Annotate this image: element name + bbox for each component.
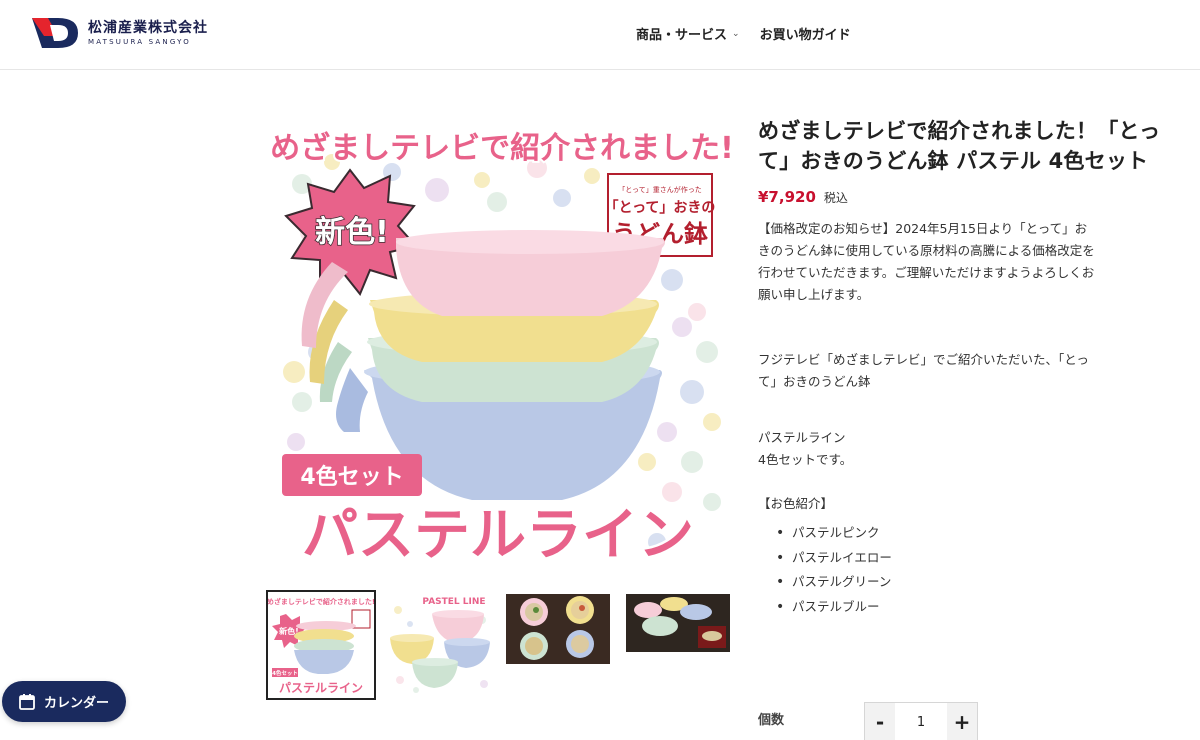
thumb-pastel-line[interactable]: PASTEL LINE	[386, 590, 496, 700]
quantity-plus-button[interactable]: +	[947, 703, 977, 740]
nav-products-services[interactable]: 商品・サービス ⌄	[636, 24, 740, 43]
thumbnail-strip: めざましテレビで紹介されました! 新色! 4色セット パステルライン PASTE…	[266, 590, 746, 700]
thumb-udon-bowls[interactable]	[506, 590, 616, 700]
logo-small-text: 「とって」重さんが作った	[618, 185, 701, 194]
line-name-text: パステルライン	[302, 503, 694, 568]
tax-label: 税込	[823, 191, 848, 205]
quantity-label: 個数	[758, 713, 785, 728]
list-item: パステルブルー	[776, 595, 1190, 620]
thumb-line-name: パステルライン	[279, 681, 363, 695]
thumb-main[interactable]: めざましテレビで紹介されました! 新色! 4色セット パステルライン	[266, 590, 376, 700]
banner-text: めざましテレビで紹介されました!	[272, 131, 732, 166]
nav-shopping-guide[interactable]: お買い物ガイド	[760, 24, 851, 43]
line-name-desc: パステルライン	[758, 430, 846, 445]
product-price: ¥7,920	[758, 188, 816, 206]
new-color-badge: 新色!	[315, 215, 389, 250]
thumb-set-label: 4色セット	[272, 669, 298, 677]
product-title: めざましテレビで紹介されました！「とって」おきのうどん鉢 パステル 4色セット	[758, 119, 1161, 173]
logo-company-name: 松浦産業株式会社	[88, 19, 208, 36]
site-header: 松浦産業株式会社 MATSUURA SANGYO 商品・サービス ⌄ お買い物ガ…	[0, 0, 1200, 70]
thumb-banner: めざましテレビで紹介されました!	[268, 597, 374, 606]
product-main-image[interactable]: めざましテレビで紹介されました! 新色! 「とって」重さんが作った 「とって」お…	[272, 102, 732, 580]
tv-introduction-text: フジテレビ「めざましテレビ」でご紹介いただいた、「とって」おきのうどん鉢	[758, 352, 1089, 389]
list-item: パステルピンク	[776, 521, 1190, 546]
set-label: 4色セット	[300, 464, 403, 490]
logo[interactable]: 松浦産業株式会社 MATSUURA SANGYO	[30, 16, 208, 50]
calendar-button[interactable]: カレンダー	[2, 681, 126, 722]
nav-label: 商品・サービス	[636, 28, 728, 43]
list-item: パステルイエロー	[776, 546, 1190, 571]
colors-heading: 【お色紹介】	[758, 496, 834, 511]
thumb-caption: PASTEL LINE	[422, 597, 485, 607]
quantity-minus-button[interactable]: -	[865, 703, 895, 740]
price-row: ¥7,920 税込	[758, 188, 1190, 206]
product-info: めざましテレビで紹介されました！「とって」おきのうどん鉢 パステル 4色セット …	[758, 116, 1190, 619]
color-list: パステルピンク パステルイエロー パステルグリーン パステルブルー	[758, 521, 1190, 619]
quantity-input[interactable]	[895, 703, 947, 740]
list-item: パステルグリーン	[776, 570, 1190, 595]
main-nav: 商品・サービス ⌄ お買い物ガイド	[636, 24, 851, 43]
chevron-down-icon: ⌄	[732, 28, 740, 39]
thumb-table-setting[interactable]	[626, 590, 736, 700]
set-desc: 4色セットです。	[758, 452, 853, 467]
thumb-next-row-partial	[286, 732, 356, 740]
logo-mark-icon	[32, 18, 78, 48]
logo-company-name-en: MATSUURA SANGYO	[88, 37, 191, 46]
nav-label: お買い物ガイド	[759, 28, 851, 43]
calendar-button-label: カレンダー	[44, 696, 110, 711]
price-revision-notice: 【価格改定のお知らせ】2024年5月15日より「とって」おきのうどん鉢に使用して…	[758, 221, 1095, 302]
quantity-stepper: - +	[864, 702, 978, 740]
calendar-icon	[19, 693, 35, 710]
logo-line1: 「とって」おきの	[605, 199, 716, 216]
